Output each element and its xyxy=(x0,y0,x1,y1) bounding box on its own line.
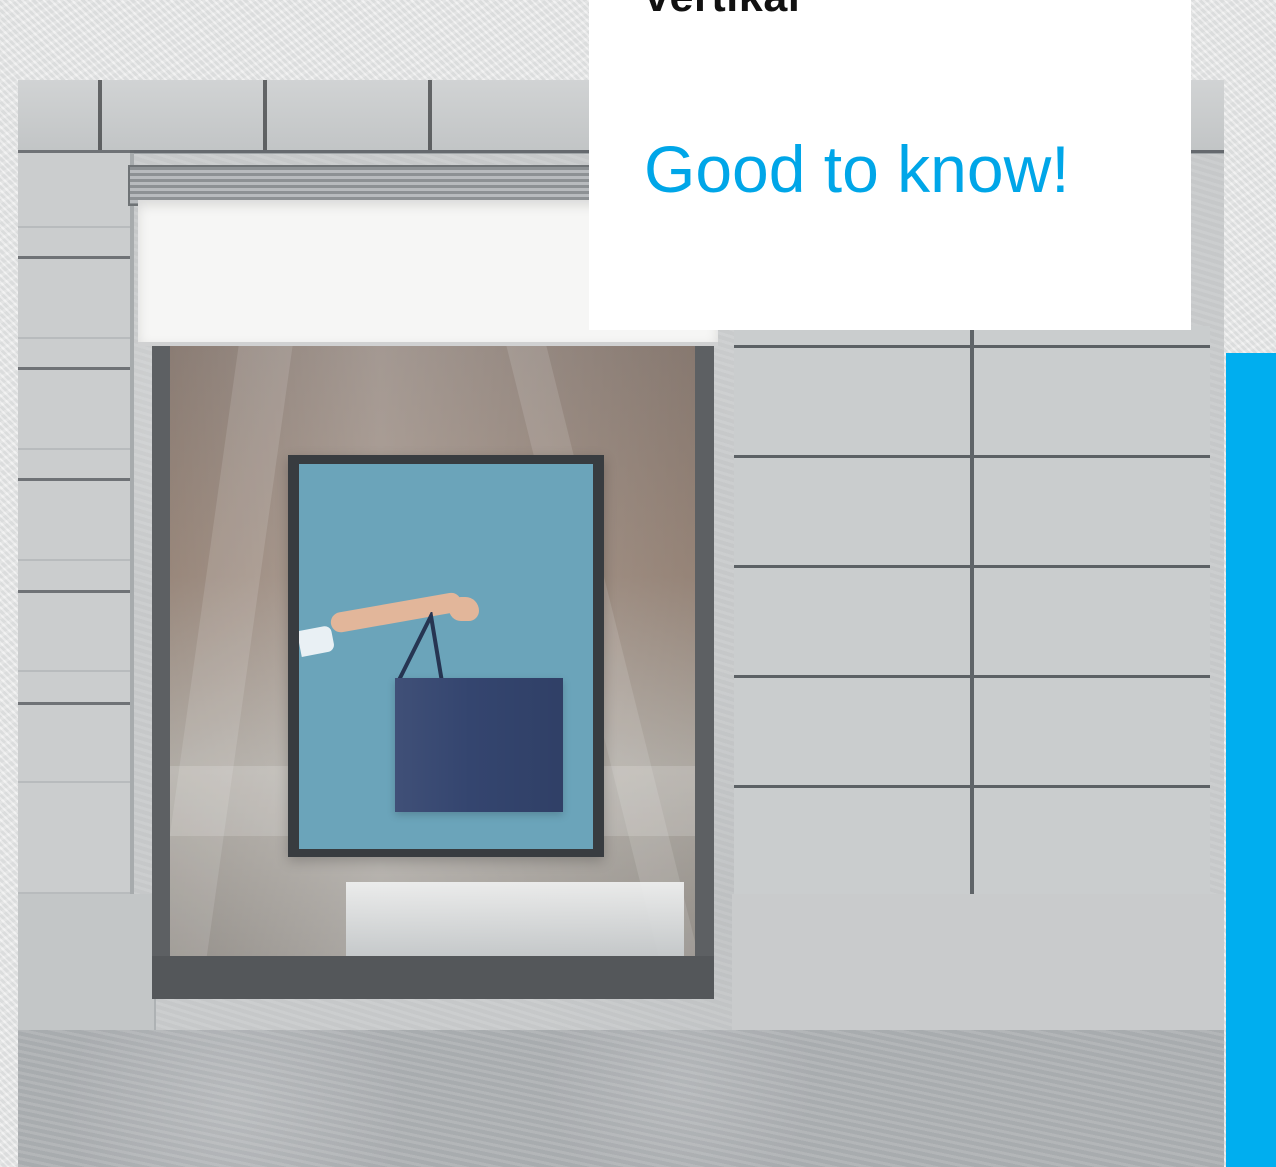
facade-joint xyxy=(18,367,130,370)
facade-joint xyxy=(18,256,130,259)
bag-handle xyxy=(396,612,444,683)
window-glass xyxy=(170,342,695,956)
facade-joint xyxy=(18,478,130,481)
blue-accent-bar xyxy=(1226,353,1276,1167)
facade-joint xyxy=(18,590,130,593)
right-panel-divider xyxy=(970,326,974,894)
sleeve xyxy=(299,624,336,658)
poster-frame xyxy=(288,455,604,857)
display-window xyxy=(152,342,714,999)
window-base xyxy=(152,956,714,999)
shopping-bag xyxy=(395,678,563,812)
lower-left-wall-panel xyxy=(18,894,156,1031)
left-stone-column xyxy=(18,150,134,894)
info-card: vertikal Good to know! xyxy=(589,0,1191,330)
right-lower-wall-panel xyxy=(732,894,1224,1030)
shopping-poster xyxy=(299,464,593,849)
pavement xyxy=(18,1030,1224,1167)
window-reflection xyxy=(170,342,294,956)
card-kicker: vertikal xyxy=(645,0,800,19)
card-heading: Good to know! xyxy=(644,132,1070,206)
hand-holding-bag xyxy=(449,597,479,621)
display-plinth xyxy=(346,882,684,956)
facade-joint xyxy=(18,702,130,705)
storefront-banner: vertikal Good to know! xyxy=(0,0,1276,1167)
